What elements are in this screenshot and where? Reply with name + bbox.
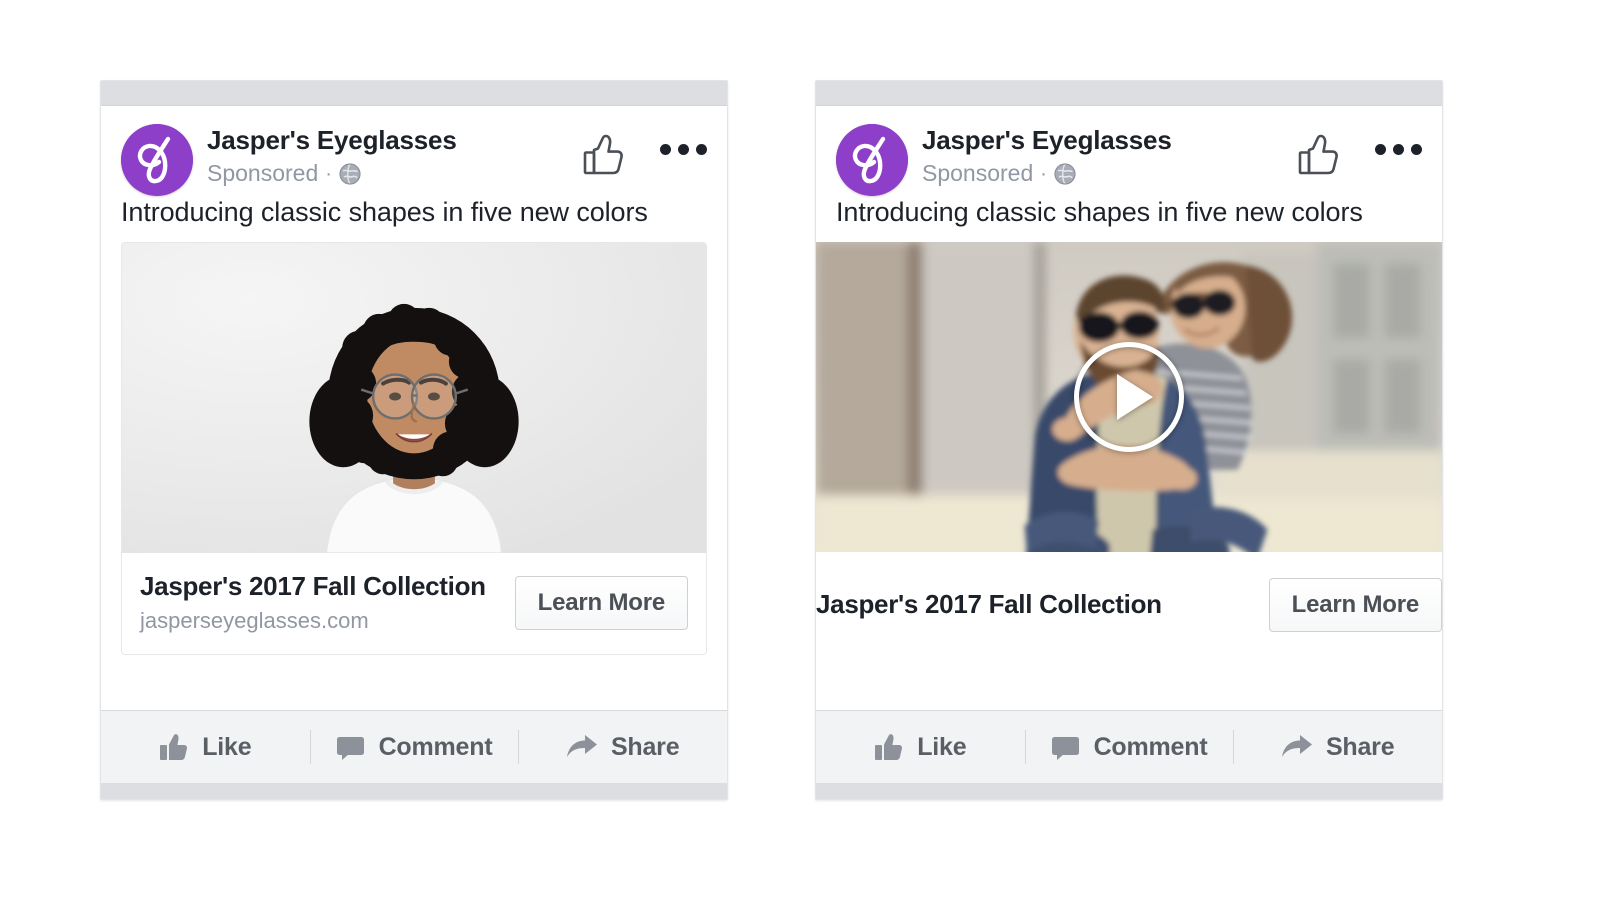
post-message: Introducing classic shapes in five new c… <box>836 197 1363 227</box>
thumbs-up-icon[interactable] <box>1295 128 1345 180</box>
share-button[interactable]: Share <box>518 724 727 770</box>
post-action-bar: Like Comment Share <box>816 710 1442 783</box>
post-header: Jasper's Eyeglasses Sponsored · <box>121 106 707 196</box>
play-triangle <box>1117 373 1153 420</box>
attachment-caption-text: Jasper's 2017 Fall Collection <box>816 589 1162 620</box>
card-bottom-chrome-band <box>816 783 1442 799</box>
learn-more-button[interactable]: Learn More <box>1268 577 1442 632</box>
comment-button[interactable]: Comment <box>309 724 519 770</box>
post-action-bar: Like Comment Share <box>101 710 727 783</box>
ad-video[interactable] <box>816 241 1442 552</box>
like-label: Like <box>202 732 252 761</box>
share-label: Share <box>1325 732 1395 761</box>
sponsored-label: Sponsored <box>922 159 1034 186</box>
jaspers-script-j-logo-icon <box>836 124 908 196</box>
separator-dot: · <box>325 162 332 185</box>
thumbs-up-icon[interactable] <box>580 128 630 180</box>
video-attachment[interactable]: Jasper's 2017 Fall Collection Learn More <box>816 241 1442 660</box>
play-button-icon[interactable] <box>1074 341 1184 452</box>
attachment-title: Jasper's 2017 Fall Collection <box>816 589 1162 620</box>
ellipsis-icon[interactable] <box>660 128 707 155</box>
image-ad-card: Jasper's Eyeglasses Sponsored · Introduc… <box>100 80 728 800</box>
ellipsis-icon[interactable] <box>1375 128 1422 155</box>
comment-label: Comment <box>1093 732 1208 761</box>
portrait-illustration <box>122 243 706 553</box>
comment-label: Comment <box>378 732 493 761</box>
comment-bubble-icon <box>336 733 366 761</box>
header-actions <box>1295 124 1422 180</box>
attachment-caption-text: Jasper's 2017 Fall Collection jasperseye… <box>140 571 486 635</box>
share-button[interactable]: Share <box>1233 724 1442 770</box>
learn-more-button[interactable]: Learn More <box>514 575 688 630</box>
avatar[interactable] <box>836 124 908 196</box>
globe-icon <box>1054 163 1076 185</box>
sponsored-label: Sponsored <box>207 159 319 186</box>
thumbs-up-icon <box>874 733 904 761</box>
like-label: Like <box>917 732 967 761</box>
header-actions <box>580 124 707 180</box>
comment-bubble-icon <box>1051 733 1081 761</box>
attachment-title: Jasper's 2017 Fall Collection <box>140 570 486 601</box>
post-message: Introducing classic shapes in five new c… <box>121 197 648 227</box>
link-attachment[interactable]: Jasper's 2017 Fall Collection jasperseye… <box>121 241 707 656</box>
header-text-block: Jasper's Eyeglasses Sponsored · <box>922 124 1295 187</box>
like-button[interactable]: Like <box>816 724 1025 770</box>
share-label: Share <box>610 732 680 761</box>
post-header: Jasper's Eyeglasses Sponsored · <box>836 106 1422 196</box>
screenshot-stage: Jasper's Eyeglasses Sponsored · Introduc… <box>0 0 1600 912</box>
header-text-block: Jasper's Eyeglasses Sponsored · <box>207 124 580 187</box>
sponsored-row: Sponsored · <box>922 160 1295 188</box>
card-top-chrome-band <box>101 81 727 106</box>
sponsored-row: Sponsored · <box>207 160 580 188</box>
avatar[interactable] <box>121 124 193 196</box>
thumbs-up-icon <box>159 733 189 761</box>
ad-photo[interactable] <box>122 242 706 553</box>
card-bottom-chrome-band <box>101 783 727 799</box>
globe-icon <box>339 163 361 185</box>
jaspers-script-j-logo-icon <box>121 124 193 196</box>
share-arrow-icon <box>1281 733 1313 761</box>
card-body: Jasper's Eyeglasses Sponsored · Introduc… <box>101 106 727 656</box>
like-button[interactable]: Like <box>101 724 310 770</box>
video-ad-card: Jasper's Eyeglasses Sponsored · Introduc… <box>815 80 1443 800</box>
page-name[interactable]: Jasper's Eyeglasses <box>207 125 580 156</box>
page-name[interactable]: Jasper's Eyeglasses <box>922 125 1295 156</box>
card-top-chrome-band <box>816 81 1442 106</box>
share-arrow-icon <box>566 733 598 761</box>
attachment-caption-row: Jasper's 2017 Fall Collection jasperseye… <box>122 552 706 655</box>
attachment-caption-row: Jasper's 2017 Fall Collection Learn More <box>816 551 1442 660</box>
attachment-url: jasperseyeglasses.com <box>140 607 369 633</box>
card-body: Jasper's Eyeglasses Sponsored · Introduc… <box>816 106 1442 660</box>
comment-button[interactable]: Comment <box>1024 724 1234 770</box>
separator-dot: · <box>1040 162 1047 185</box>
